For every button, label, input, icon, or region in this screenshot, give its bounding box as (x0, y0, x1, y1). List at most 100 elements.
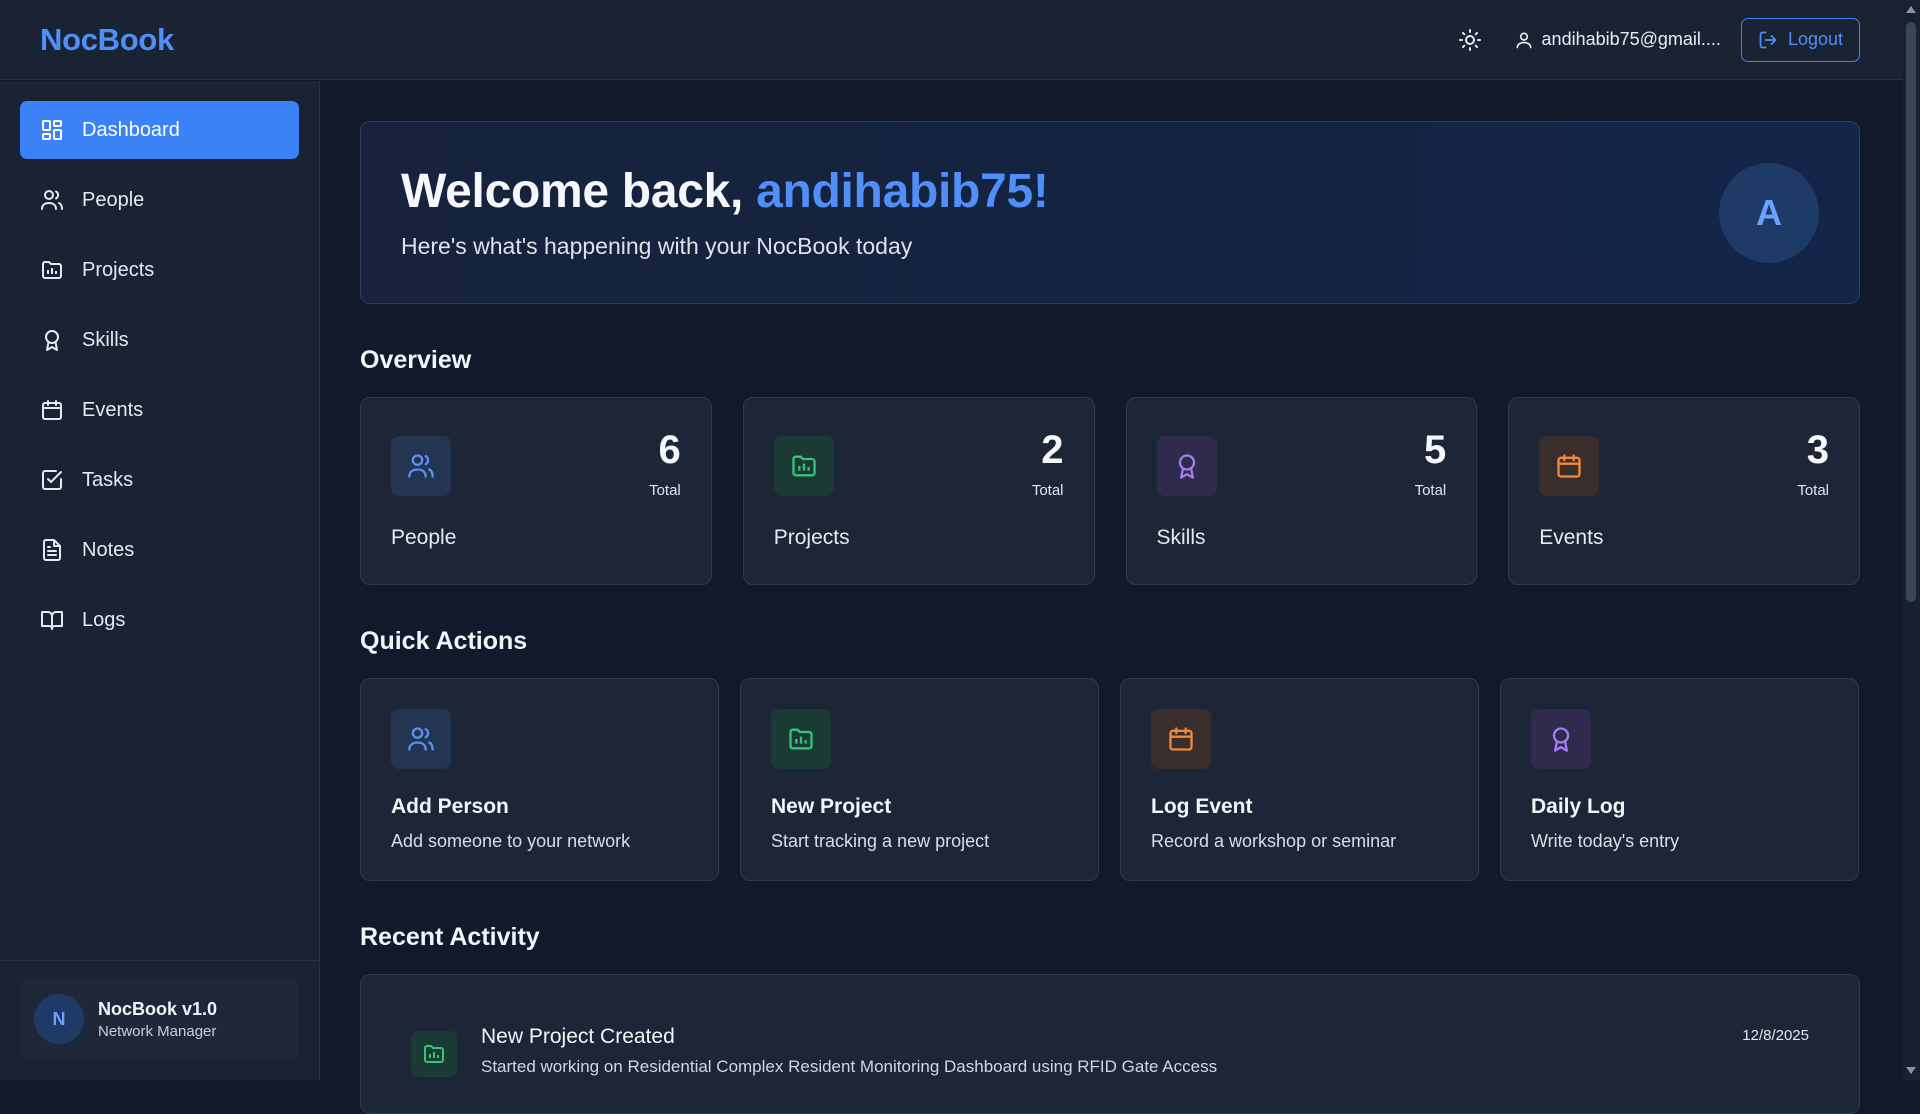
recent-activity-title: Recent Activity (360, 923, 540, 951)
stat-value: 6 (658, 428, 681, 472)
sidebar-item-logs[interactable]: Logs (20, 591, 299, 649)
logout-button[interactable]: Logout (1740, 17, 1860, 62)
stat-label: Projects (773, 526, 850, 549)
header-actions: andihabib75@gmail.... Logout (1452, 17, 1860, 62)
sidebar-item-dashboard[interactable]: Dashboard (20, 101, 299, 159)
book-open-icon (41, 611, 63, 630)
folder-chart-icon (424, 1045, 444, 1063)
top-bar: NocBook andihabib75@gmail.... Logout (0, 0, 1902, 80)
page-scrollbar[interactable] (1902, 0, 1920, 1080)
award-icon (45, 330, 59, 351)
stat-icon-box (773, 436, 834, 496)
quick-actions: Add Person Add someone to your network N… (360, 678, 1860, 881)
folder-chart-icon (789, 728, 813, 750)
welcome-greeting: Welcome back, (401, 165, 757, 218)
user-icon (1516, 31, 1532, 48)
action-title: Log Event (1151, 795, 1253, 818)
sidebar-footer: N NocBook v1.0 Network Manager (0, 960, 319, 1080)
action-title: Daily Log (1531, 795, 1626, 818)
overview-title: Overview (360, 346, 472, 374)
daily-log-button[interactable]: Daily Log Write today's entry (1500, 678, 1859, 881)
sidebar-item-notes[interactable]: Notes (20, 521, 299, 579)
folder-chart-icon (42, 261, 62, 279)
stat-card-skills[interactable]: 5 Total Skills (1125, 397, 1478, 585)
scrollbar-thumb[interactable] (1906, 22, 1916, 602)
check-square-icon (42, 470, 62, 490)
quick-actions-title: Quick Actions (360, 627, 528, 655)
activity-date: 12/8/2025 (1742, 1027, 1809, 1044)
welcome-banner: Welcome back, andihabib75! Here's what's… (360, 121, 1860, 304)
award-icon (1178, 454, 1195, 479)
sidebar-item-skills[interactable]: Skills (20, 311, 299, 369)
calendar-icon (1169, 727, 1193, 751)
stat-card-people[interactable]: 6 Total People (360, 397, 712, 585)
action-description: Record a workshop or seminar (1151, 831, 1397, 851)
overview-stats: 6 Total People 2 Total Projects 5 Total … (360, 397, 1860, 585)
scroll-down-arrow-icon[interactable] (1906, 1067, 1916, 1074)
calendar-icon (42, 400, 62, 420)
file-text-icon (43, 539, 61, 561)
avatar[interactable]: A (1719, 163, 1819, 263)
stat-value: 2 (1041, 428, 1064, 472)
stat-unit: Total (1414, 482, 1447, 499)
scroll-up-arrow-icon[interactable] (1906, 6, 1916, 13)
dashboard-icon (42, 120, 62, 140)
action-icon-box (1531, 709, 1591, 769)
stat-icon-box (1539, 436, 1600, 496)
stat-label: Skills (1156, 526, 1206, 549)
stat-label: People (391, 526, 457, 549)
action-description: Add someone to your network (391, 831, 631, 851)
user-menu[interactable]: andihabib75@gmail.... (1514, 29, 1721, 50)
award-icon (1552, 727, 1570, 752)
sidebar-item-label: Dashboard (82, 118, 180, 141)
sidebar-item-label: Projects (82, 258, 155, 281)
activity-icon-box (411, 1031, 457, 1077)
people-icon (41, 190, 63, 210)
stat-unit: Total (1031, 482, 1064, 499)
brand-logo[interactable]: NocBook (40, 22, 174, 58)
calendar-icon (1557, 454, 1581, 478)
logout-icon (1759, 31, 1777, 48)
sidebar-item-label: Skills (82, 328, 129, 351)
sidebar-item-people[interactable]: People (20, 171, 299, 229)
sun-icon (1458, 28, 1481, 51)
stat-card-projects[interactable]: 2 Total Projects (742, 397, 1095, 585)
main-content: Welcome back, andihabib75! Here's what's… (360, 121, 1860, 1114)
stat-icon-box (391, 436, 451, 496)
stat-label: Events (1539, 526, 1604, 549)
welcome-heading: Welcome back, andihabib75! (401, 164, 1819, 219)
welcome-username: andihabib75! (756, 165, 1049, 218)
sidebar-item-label: Logs (82, 608, 126, 631)
sidebar-item-tasks[interactable]: Tasks (20, 451, 299, 509)
list-item[interactable]: New Project Created Started working on R… (411, 1025, 1809, 1077)
app-version-title: NocBook v1.0 (98, 998, 218, 1019)
stat-value: 3 (1806, 428, 1829, 472)
action-description: Start tracking a new project (771, 831, 990, 851)
add-person-button[interactable]: Add Person Add someone to your network (360, 678, 719, 881)
stat-unit: Total (1797, 482, 1829, 499)
logout-label: Logout (1787, 29, 1843, 49)
theme-toggle-button[interactable] (1452, 22, 1488, 58)
sidebar-item-projects[interactable]: Projects (20, 241, 299, 299)
sidebar-item-label: Tasks (82, 468, 134, 491)
log-event-button[interactable]: Log Event Record a workshop or seminar (1120, 678, 1479, 881)
action-icon-box (391, 709, 451, 769)
action-description: Write today's entry (1531, 831, 1680, 851)
folder-chart-icon (792, 455, 816, 477)
welcome-subtitle: Here's what's happening with your NocBoo… (401, 233, 913, 259)
new-project-button[interactable]: New Project Start tracking a new project (740, 678, 1099, 881)
stat-card-events[interactable]: 3 Total Events (1508, 397, 1860, 585)
app-version-card: N NocBook v1.0 Network Manager (20, 979, 299, 1059)
people-icon (408, 454, 434, 478)
sidebar-item-events[interactable]: Events (20, 381, 299, 439)
sidebar-item-label: People (82, 188, 145, 211)
sidebar-nav: Dashboard People Projects Skills Events (0, 81, 319, 681)
action-icon-box (1151, 709, 1211, 769)
stat-value: 5 (1424, 428, 1447, 472)
action-icon-box (771, 709, 831, 769)
sidebar: Dashboard People Projects Skills Events (0, 81, 320, 1080)
recent-activity-list: New Project Created Started working on R… (360, 974, 1860, 1114)
action-title: New Project (771, 795, 892, 818)
app-avatar: N (34, 994, 84, 1044)
sidebar-item-label: Notes (82, 538, 135, 561)
